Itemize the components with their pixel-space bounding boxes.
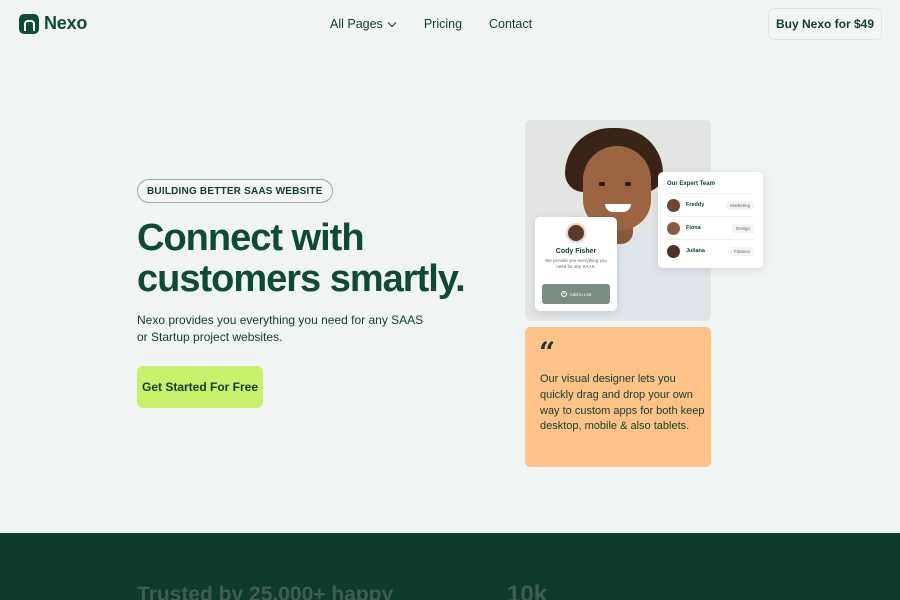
profile-card: Cody Fisher We provide you everything yo… <box>535 217 617 311</box>
team-member-role: Finance <box>729 246 754 256</box>
add-to-list-button[interactable]: + Add to List <box>542 284 610 304</box>
quote-icon: “ <box>539 336 556 369</box>
profile-name: Cody Fisher <box>555 248 597 255</box>
logo-icon <box>19 13 39 34</box>
hero-subtext: Nexo provides you everything you need fo… <box>137 313 424 344</box>
team-member-row: Juliana Finance <box>667 239 754 262</box>
profile-description: We provide you everything you need for a… <box>545 258 607 269</box>
get-started-button[interactable]: Get Started For Free <box>137 366 263 408</box>
nav-label: Pricing <box>423 17 463 31</box>
testimonial-text: Our visual designer lets you quickly dra… <box>540 373 705 433</box>
testimonial-card: “ Our visual designer lets you quickly d… <box>525 327 711 467</box>
nav-item-all-pages[interactable]: All Pages <box>330 17 397 31</box>
stats-band: Trusted by 25,000+ happy 10k <box>0 533 900 600</box>
main-nav: All Pages Pricing Contact <box>330 17 532 31</box>
logo-text: Nexo <box>44 13 88 33</box>
team-title: Our Expert Team <box>667 181 715 187</box>
photo-eye <box>599 182 605 186</box>
avatar <box>667 221 680 235</box>
site-header: Nexo All Pages Pricing Contact Buy Nexo … <box>0 0 900 48</box>
team-member-role: Design <box>731 223 754 233</box>
buy-button[interactable]: Buy Nexo for $49 <box>768 8 882 40</box>
photo-eye <box>625 182 631 186</box>
plus-icon: + <box>560 290 567 297</box>
nav-item-contact[interactable]: Contact <box>489 17 532 31</box>
team-member-name: Freddy <box>686 202 705 208</box>
avatar <box>566 223 586 243</box>
photo-smile <box>605 204 631 212</box>
chevron-down-icon <box>387 18 397 27</box>
team-member-role: Marketing <box>726 200 754 210</box>
team-member-name: Fiona <box>686 225 701 231</box>
avatar <box>667 198 680 212</box>
team-member-row: Fiona Design <box>667 216 754 239</box>
team-member-name: Juliana <box>686 248 705 254</box>
avatar <box>667 244 680 258</box>
hero-headline: Connect with customers smartly. <box>137 217 466 300</box>
nav-label: All Pages <box>330 17 383 31</box>
stat-value: 10k <box>507 581 548 600</box>
nav-label: Contact <box>489 17 533 31</box>
hero-badge: BUILDING BETTER SAAS WEBSITE <box>137 179 333 203</box>
team-member-row: Freddy Marketing <box>667 193 754 216</box>
expert-team-card: Our Expert Team Freddy Marketing Fiona D… <box>658 172 763 268</box>
trusted-heading: Trusted by 25,000+ happy <box>137 583 394 600</box>
add-to-list-label: Add to List <box>569 291 592 297</box>
nav-item-pricing[interactable]: Pricing <box>424 17 462 31</box>
logo[interactable]: Nexo <box>19 13 87 34</box>
